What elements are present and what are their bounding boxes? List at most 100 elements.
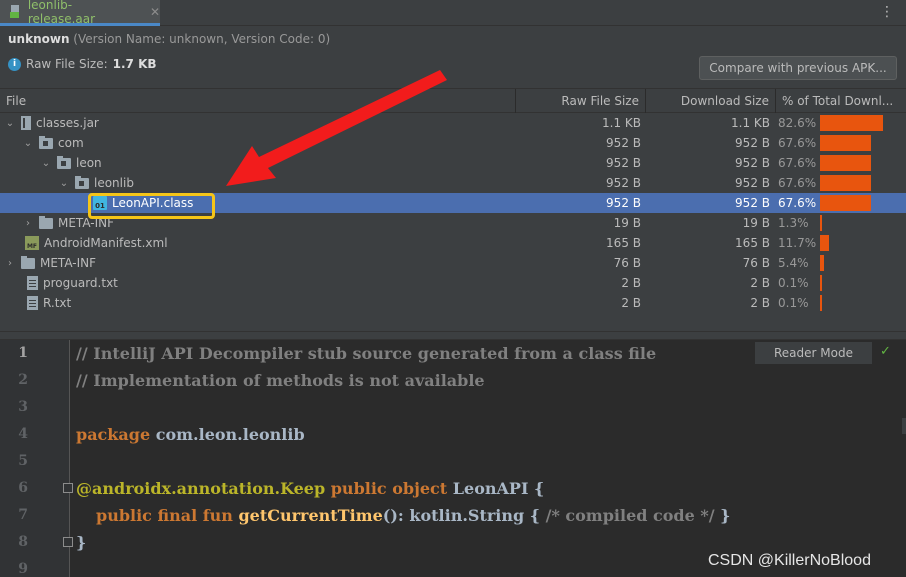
compare-apk-button[interactable]: Compare with previous APK... [699, 56, 897, 80]
tab-label: leonlib-release.aar [27, 0, 96, 26]
chevron-down-icon[interactable]: ⌄ [40, 158, 52, 169]
raw-size-cell: 2 B [621, 276, 641, 290]
scrollbar-marker[interactable] [902, 418, 906, 434]
table-row[interactable]: › META-INF 76 B 76 B 5.4% [0, 253, 906, 273]
percent-cell: 82.6% [778, 116, 817, 130]
download-size-cell: 165 B [735, 236, 770, 250]
percent-cell: 67.6% [778, 176, 817, 190]
table-header: File Raw File Size Download Size % of To… [0, 88, 906, 113]
column-download-size[interactable]: Download Size [645, 89, 775, 113]
download-size-cell: 2 B [750, 276, 770, 290]
size-bar [820, 135, 872, 151]
raw-size-cell: 952 B [606, 136, 641, 150]
file-name: proguard.txt [43, 276, 118, 290]
download-size-cell: 1.1 KB [731, 116, 770, 130]
line-number: 3 [18, 399, 28, 415]
percent-cell: 5.4% [778, 256, 809, 270]
raw-size-cell: 76 B [613, 256, 641, 270]
raw-size-cell: 2 B [621, 296, 641, 310]
raw-size-cell: 1.1 KB [602, 116, 641, 130]
column-file[interactable]: File [0, 89, 515, 113]
download-size-cell: 952 B [735, 136, 770, 150]
file-name: leon [76, 156, 102, 170]
file-name: META-INF [40, 256, 97, 270]
raw-size-label: Raw File Size: [26, 57, 108, 71]
panel-splitter[interactable] [0, 331, 906, 340]
raw-size-cell: 952 B [606, 196, 641, 210]
table-row[interactable]: ⌄ classes.jar 1.1 KB 1.1 KB 82.6% [0, 113, 906, 133]
download-size-cell: 952 B [735, 196, 770, 210]
line-number: 4 [18, 426, 28, 442]
fold-marker-icon[interactable] [63, 537, 73, 547]
package-icon [57, 155, 71, 169]
line-number: 2 [18, 372, 28, 388]
size-bar [820, 155, 872, 171]
file-name: classes.jar [36, 116, 99, 130]
size-bar [820, 115, 883, 131]
code-line-4: package com.leon.leonlib [76, 425, 305, 444]
file-name: AndroidManifest.xml [44, 236, 168, 250]
package-icon [75, 175, 89, 189]
download-size-cell: 19 B [742, 216, 770, 230]
chevron-down-icon[interactable]: ⌄ [4, 118, 16, 129]
file-name: R.txt [43, 296, 72, 310]
line-number: 1 [18, 345, 28, 361]
reader-mode-button[interactable]: Reader Mode [755, 342, 872, 364]
chevron-right-icon[interactable]: › [22, 218, 34, 229]
code-line-2: // Implementation of methods is not avai… [76, 371, 485, 390]
chevron-right-icon[interactable]: › [4, 258, 16, 269]
line-number: 6 [18, 480, 28, 496]
download-size-cell: 2 B [750, 296, 770, 310]
file-tree-table: ⌄ classes.jar 1.1 KB 1.1 KB 82.6% ⌄ com … [0, 113, 906, 331]
jar-icon [21, 116, 31, 130]
download-size-cell: 76 B [742, 256, 770, 270]
app-version-line: unknown (Version Name: unknown, Version … [8, 32, 330, 46]
table-row[interactable]: proguard.txt 2 B 2 B 0.1% [0, 273, 906, 293]
more-options-icon[interactable]: ⋮ [880, 5, 894, 19]
file-name: leonlib [94, 176, 134, 190]
table-row[interactable]: ⌄ leonlib 952 B 952 B 67.6% [0, 173, 906, 193]
chevron-down-icon[interactable]: ⌄ [22, 138, 34, 149]
line-number: 9 [18, 561, 28, 577]
column-raw-size[interactable]: Raw File Size [515, 89, 645, 113]
fold-marker-icon[interactable] [63, 483, 73, 493]
code-line-7: public final fun getCurrentTime(): kotli… [96, 506, 731, 525]
editor-tab-bar: leonlib-release.aar ✕ ⋮ [0, 0, 906, 26]
text-file-icon [27, 296, 38, 310]
percent-cell: 67.6% [778, 136, 817, 150]
close-icon[interactable]: ✕ [150, 5, 160, 19]
table-row[interactable]: ⌄ com 952 B 952 B 67.6% [0, 133, 906, 153]
table-row[interactable]: R.txt 2 B 2 B 0.1% [0, 293, 906, 313]
archive-file-icon [10, 4, 22, 19]
manifest-icon: MF [25, 236, 39, 250]
percent-cell: 67.6% [778, 196, 817, 210]
percent-cell: 0.1% [778, 296, 809, 310]
watermark: CSDN @KillerNoBlood [708, 552, 871, 569]
check-icon: ✓ [880, 344, 891, 359]
table-row[interactable]: ⌄ leon 952 B 952 B 67.6% [0, 153, 906, 173]
app-name: unknown [8, 32, 70, 46]
size-bar [820, 255, 825, 271]
line-number-gutter: 1 2 3 4 5 6 7 8 9 [0, 340, 70, 577]
raw-size-cell: 952 B [606, 156, 641, 170]
raw-size-cell: 952 B [606, 176, 641, 190]
percent-cell: 1.3% [778, 216, 809, 230]
size-bar [820, 235, 829, 251]
percent-cell: 67.6% [778, 156, 817, 170]
info-icon: i [8, 57, 21, 71]
version-info: (Version Name: unknown, Version Code: 0) [69, 32, 331, 46]
size-bar [820, 275, 822, 291]
code-line-8: } [76, 533, 87, 552]
chevron-down-icon[interactable]: ⌄ [58, 178, 70, 189]
download-size-cell: 952 B [735, 156, 770, 170]
tab-leonlib-release[interactable]: leonlib-release.aar ✕ [0, 0, 160, 26]
raw-size-cell: 165 B [606, 236, 641, 250]
table-row[interactable]: MF AndroidManifest.xml 165 B 165 B 11.7% [0, 233, 906, 253]
text-file-icon [27, 276, 38, 290]
apk-info-panel: unknown (Version Name: unknown, Version … [0, 26, 906, 88]
percent-cell: 11.7% [778, 236, 817, 250]
line-number: 7 [18, 507, 28, 523]
column-percent-total[interactable]: % of Total Downl... [775, 89, 906, 113]
size-bar [820, 295, 822, 311]
code-editor[interactable]: 1 2 3 4 5 6 7 8 9 // IntelliJ API Decomp… [0, 340, 906, 577]
